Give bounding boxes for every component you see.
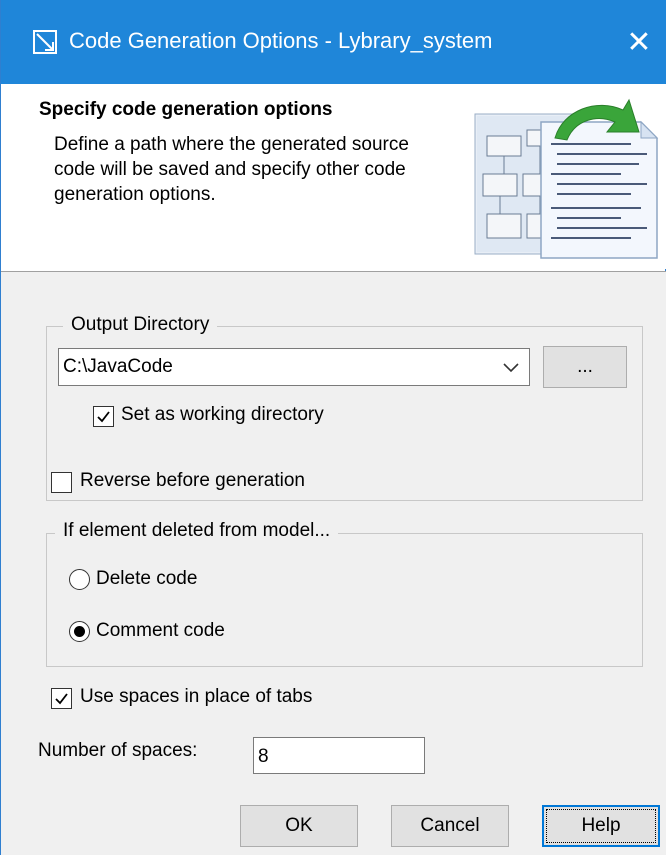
- header-title: Specify code generation options: [39, 99, 333, 120]
- working-directory-label: Set as working directory: [121, 404, 324, 425]
- deleted-element-legend: If element deleted from model...: [55, 520, 339, 542]
- diagram-to-code-icon: [474, 98, 659, 259]
- close-button[interactable]: ✕: [611, 0, 666, 84]
- app-icon: [33, 30, 57, 54]
- help-button[interactable]: Help: [542, 805, 660, 847]
- output-directory-value: C:\JavaCode: [63, 356, 173, 377]
- deleted-element-group: [46, 533, 643, 667]
- checkmark-icon: [97, 411, 110, 423]
- title-bar: Code Generation Options - Lybrary_system…: [1, 0, 666, 84]
- working-directory-checkbox[interactable]: [93, 406, 114, 427]
- output-directory-combo[interactable]: C:\JavaCode: [58, 348, 530, 386]
- radio-selected-dot: [74, 626, 85, 637]
- chevron-down-icon[interactable]: [503, 361, 519, 373]
- number-of-spaces-value: 8: [258, 746, 269, 767]
- use-spaces-checkbox[interactable]: [51, 688, 72, 709]
- browse-button-label: ...: [577, 356, 593, 377]
- reverse-before-generation-label: Reverse before generation: [80, 470, 305, 491]
- number-of-spaces-field[interactable]: 8: [253, 737, 425, 774]
- browse-button[interactable]: ...: [543, 346, 627, 388]
- cancel-button[interactable]: Cancel: [391, 805, 509, 847]
- ok-button[interactable]: OK: [240, 805, 358, 847]
- use-spaces-label: Use spaces in place of tabs: [80, 686, 313, 707]
- cancel-button-label: Cancel: [420, 815, 480, 836]
- code-generation-dialog: Code Generation Options - Lybrary_system…: [0, 0, 666, 855]
- ok-button-label: OK: [285, 815, 313, 836]
- delete-code-radio[interactable]: [69, 569, 90, 590]
- header-description: Define a path where the generated source…: [54, 134, 409, 205]
- window-title: Code Generation Options - Lybrary_system: [69, 28, 493, 53]
- checkmark-icon: [55, 693, 68, 705]
- number-of-spaces-label: Number of spaces:: [38, 740, 198, 761]
- help-button-label: Help: [581, 815, 621, 836]
- reverse-before-generation-checkbox[interactable]: [51, 472, 72, 493]
- comment-code-radio[interactable]: [69, 621, 90, 642]
- close-icon: ✕: [626, 25, 652, 59]
- delete-code-label: Delete code: [96, 568, 198, 589]
- dialog-header: Specify code generation options Define a…: [1, 84, 666, 269]
- comment-code-label: Comment code: [96, 620, 225, 641]
- output-directory-legend: Output Directory: [63, 314, 218, 336]
